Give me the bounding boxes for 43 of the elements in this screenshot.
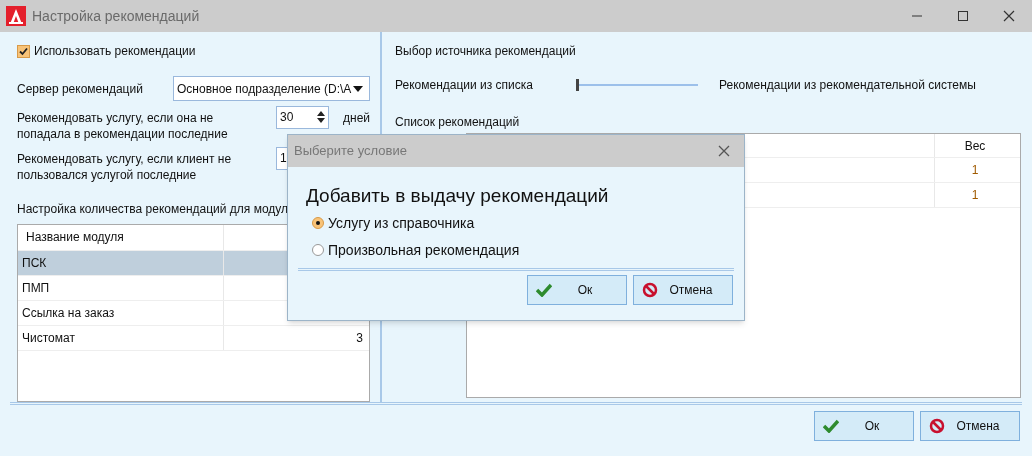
close-icon (718, 145, 730, 157)
slider-thumb[interactable] (576, 79, 579, 91)
slider-label: Рекомендации из рекомендательной системы (719, 77, 976, 94)
checkbox-label: Использовать рекомендации (34, 43, 196, 60)
table-cell: Ссылка на заказ (18, 300, 224, 325)
slider-label: Рекомендации из списка (395, 77, 534, 94)
cancel-button[interactable]: Отмена (633, 275, 733, 305)
ok-button[interactable]: Ок (527, 275, 627, 305)
field-label: Сервер рекомендаций (17, 80, 144, 98)
app-logo-icon (6, 6, 26, 26)
section-label: Настройка количества рекомендаций для модул (17, 200, 290, 218)
table-cell-text: 1 (970, 162, 980, 179)
check-icon (536, 283, 552, 297)
window-title: Настройка рекомендаций (32, 6, 200, 26)
table-cell: ПМП (18, 275, 224, 300)
table-cell: ПСК (18, 250, 224, 275)
prohibited-icon (929, 418, 945, 434)
dialog-heading: Добавить в выдачу рекомендаций (306, 184, 610, 208)
column-header: Название модуля (18, 224, 224, 250)
slider[interactable] (576, 79, 698, 91)
table-cell-text: 1 (970, 187, 980, 204)
field-label: Рекомендовать услугу, если она не попадала в рекомендации последние (17, 109, 229, 142)
table-cell-text: 3 (355, 329, 364, 347)
maximize-icon (957, 10, 969, 22)
checkbox[interactable] (17, 44, 30, 58)
spin-arrows-icon (317, 110, 325, 125)
ok-button[interactable]: Ок (814, 411, 914, 441)
field-label: Рекомендовать услугу, если клиент не пользовался услугой последние (17, 150, 233, 183)
table-cell: Чистомат (18, 325, 224, 350)
prohibited-icon (642, 282, 658, 298)
cancel-button[interactable]: Отмена (920, 411, 1020, 441)
section-label: Выбор источника рекомендаций (395, 43, 577, 60)
dialog-title: Выберите условие (294, 142, 408, 161)
dropdown-arrow-icon (353, 85, 363, 92)
number-spinner[interactable]: 30 (276, 105, 329, 129)
server-dropdown[interactable]: Основное подразделение (D:\A (173, 76, 370, 102)
section-label: Список рекомендаций (395, 114, 521, 129)
radio-option[interactable]: Услугу из справочника (312, 213, 744, 233)
unit-label: дней (343, 109, 370, 127)
check-icon (823, 419, 839, 433)
radio-option[interactable]: Произвольная рекомендация (312, 240, 744, 260)
close-icon (1003, 10, 1015, 22)
column-header: Вес (963, 137, 987, 155)
